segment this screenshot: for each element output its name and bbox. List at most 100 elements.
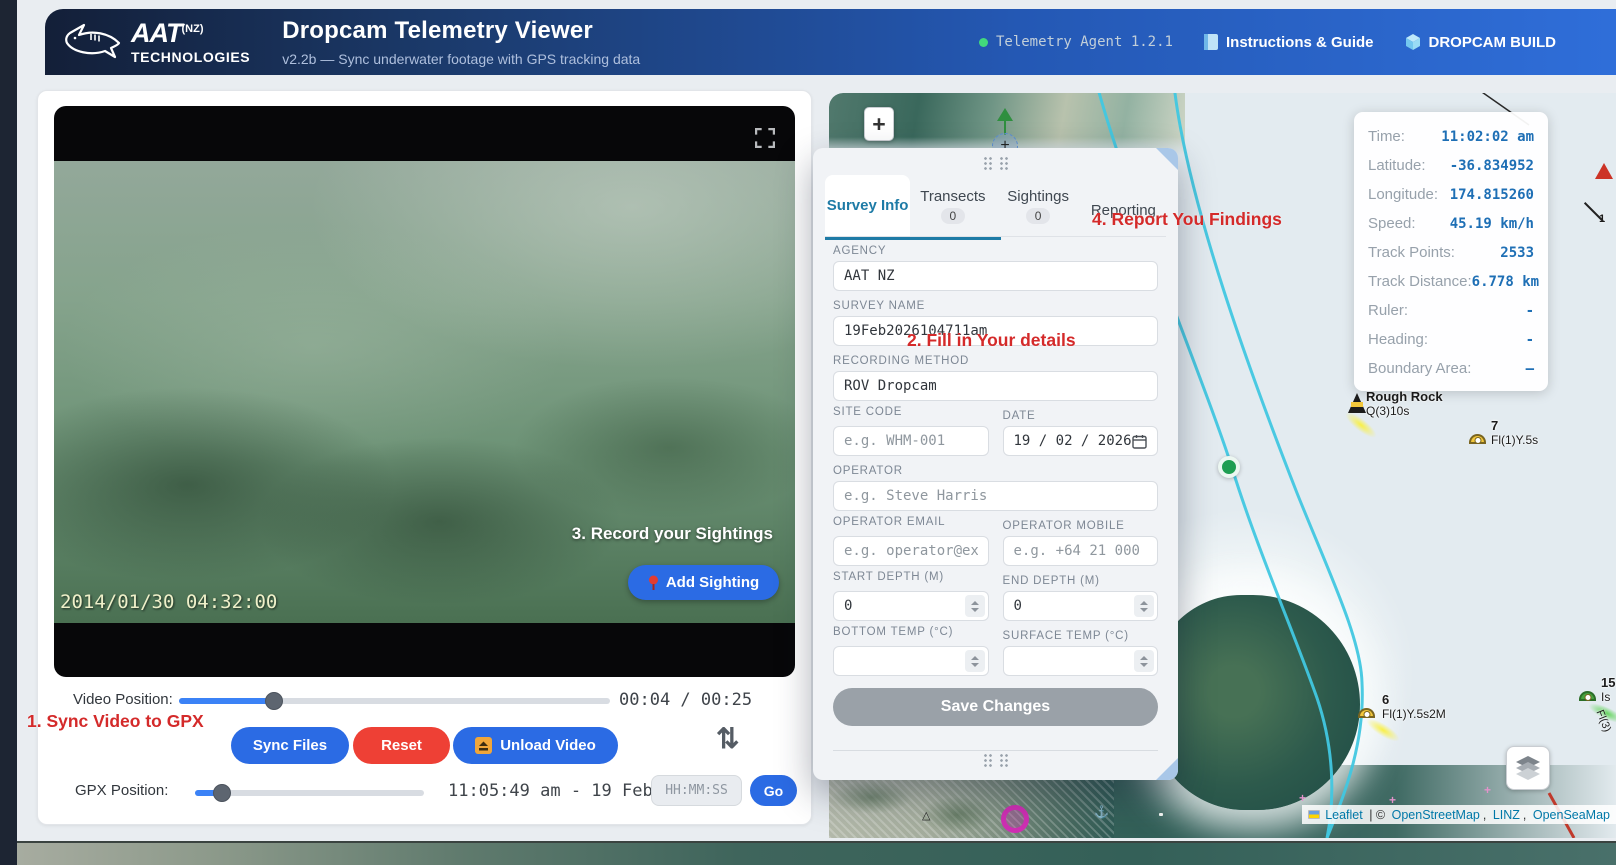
surface-temp-stepper[interactable] bbox=[1002, 646, 1158, 676]
annotation-step1: 1. Sync Video to GPX bbox=[27, 711, 204, 731]
openseamap-link[interactable]: OpenSeaMap bbox=[1533, 808, 1610, 822]
tab-transects[interactable]: Transects 0 bbox=[910, 175, 995, 236]
annotation-step4: 4. Report You Findings bbox=[1092, 209, 1282, 229]
swap-arrows-icon[interactable]: ⇅ bbox=[716, 722, 739, 755]
layers-control-button[interactable] bbox=[1506, 746, 1550, 790]
gpx-position-slider[interactable] bbox=[195, 784, 424, 802]
title-block: Dropcam Telemetry Viewer v2.2b — Sync un… bbox=[282, 17, 640, 67]
build-label: DROPCAM BUILD bbox=[1428, 33, 1557, 51]
slider-thumb[interactable] bbox=[213, 784, 232, 802]
video-time-display: 00:04 / 00:25 bbox=[619, 690, 753, 710]
track-position-marker bbox=[1218, 456, 1240, 478]
brand-text: AAT(NZ) TECHNOLOGIES bbox=[131, 18, 250, 65]
survey-form-panel: Survey Info Transects 0 Sightings 0 Repo… bbox=[813, 148, 1178, 780]
seamark-buoy-15: 15 Is bbox=[1579, 675, 1616, 727]
app-window: AAT(NZ) TECHNOLOGIES Dropcam Telemetry V… bbox=[0, 0, 1616, 865]
book-icon bbox=[1203, 34, 1218, 50]
seamark-code: Fl(1)Y.5s bbox=[1491, 433, 1539, 447]
leaflet-link[interactable]: Leaflet bbox=[1325, 808, 1363, 822]
attribution-text: , bbox=[1482, 807, 1490, 822]
seamark-buoy-7: 7 Fl(1)Y.5s bbox=[1469, 418, 1539, 447]
red-triangle-marker bbox=[1595, 163, 1613, 179]
info-label: Track Distance: bbox=[1368, 273, 1472, 290]
drag-dots-icon bbox=[982, 753, 993, 768]
sync-files-button[interactable]: Sync Files bbox=[231, 727, 349, 764]
time-jump-input[interactable] bbox=[651, 775, 742, 806]
tab-survey-info[interactable]: Survey Info bbox=[825, 175, 911, 236]
sync-files-label: Sync Files bbox=[252, 737, 328, 754]
info-label: Time: bbox=[1368, 128, 1405, 145]
form-divider bbox=[833, 750, 1158, 751]
field-label-site-code: SITE CODE bbox=[833, 406, 903, 418]
date-field[interactable]: 19 / 02 / 2026 bbox=[1002, 426, 1158, 456]
instructions-label: Instructions & Guide bbox=[1225, 33, 1374, 51]
info-label: Ruler: bbox=[1368, 302, 1409, 319]
heading-arrow-icon bbox=[997, 108, 1013, 121]
corner-fold bbox=[1156, 758, 1178, 780]
unload-video-button[interactable]: Unload Video bbox=[453, 727, 618, 764]
flag-icon bbox=[1308, 810, 1321, 819]
boat-dot bbox=[1159, 813, 1163, 816]
stepper-arrows-icon[interactable] bbox=[964, 595, 985, 617]
osm-link[interactable]: OpenStreetMap bbox=[1392, 808, 1480, 822]
tab-sightings[interactable]: Sightings 0 bbox=[996, 175, 1081, 236]
slider-thumb[interactable] bbox=[264, 692, 283, 710]
seamark-buoy-6: 6 Fl(1)Y.5s2M bbox=[1358, 692, 1446, 746]
buoy-icon bbox=[1358, 708, 1375, 718]
field-label-survey-name: SURVEY NAME bbox=[833, 300, 926, 312]
shark-logo-icon bbox=[65, 23, 121, 59]
field-label-operator: OPERATOR bbox=[833, 465, 903, 477]
zoom-in-button[interactable]: + bbox=[864, 107, 894, 141]
video-position-label: Video Position: bbox=[73, 691, 173, 708]
reset-button[interactable]: Reset bbox=[353, 727, 450, 764]
eject-icon bbox=[475, 737, 493, 754]
window-left-edge bbox=[0, 0, 17, 865]
stepper-arrows-icon[interactable] bbox=[1134, 595, 1154, 617]
agency-field[interactable] bbox=[833, 261, 1158, 291]
pin-icon bbox=[648, 575, 658, 590]
add-sighting-button[interactable]: Add Sighting bbox=[628, 565, 779, 600]
field-label-recording-method: RECORDING METHOD bbox=[833, 355, 970, 367]
drag-dots-icon bbox=[982, 156, 993, 171]
calendar-icon[interactable] bbox=[1132, 434, 1147, 449]
save-changes-button[interactable]: Save Changes bbox=[833, 688, 1158, 726]
seamark-cross-icon: + bbox=[1299, 791, 1307, 805]
start-depth-stepper[interactable] bbox=[833, 591, 989, 621]
seamark-name: Rough Rock bbox=[1366, 389, 1443, 404]
seamark-code: Q(3)10s bbox=[1366, 404, 1410, 418]
field-label-operator-email: OPERATOR EMAIL bbox=[833, 516, 946, 528]
video-position-slider[interactable] bbox=[179, 692, 610, 710]
video-player[interactable]: 2014/01/30 04:32:00 3. Record your Sight… bbox=[54, 106, 795, 677]
drag-dots-icon bbox=[998, 753, 1009, 768]
recording-method-field[interactable] bbox=[833, 371, 1158, 401]
panel-drag-handle[interactable] bbox=[982, 753, 1009, 768]
dropcam-build-link[interactable]: DROPCAM BUILD bbox=[1404, 33, 1557, 51]
operator-email-field[interactable] bbox=[833, 536, 989, 566]
seamark-name: 15 bbox=[1601, 675, 1616, 690]
harbor-marker bbox=[1001, 805, 1029, 833]
info-label: Latitude: bbox=[1368, 157, 1426, 174]
operator-field[interactable] bbox=[833, 481, 1158, 511]
stepper-arrows-icon[interactable] bbox=[1134, 650, 1154, 672]
unload-video-label: Unload Video bbox=[500, 737, 596, 754]
date-value: 19 / 02 / 2026 bbox=[1013, 433, 1132, 449]
linz-link[interactable]: LINZ bbox=[1493, 808, 1520, 822]
panel-drag-handle[interactable] bbox=[982, 156, 1009, 171]
info-value: 174.815260 bbox=[1449, 186, 1534, 203]
instructions-link[interactable]: Instructions & Guide bbox=[1203, 33, 1374, 51]
operator-mobile-field[interactable] bbox=[1002, 536, 1158, 566]
end-depth-stepper[interactable] bbox=[1002, 591, 1158, 621]
slider-fill bbox=[179, 698, 274, 704]
bottom-temp-stepper[interactable] bbox=[833, 646, 989, 676]
info-value: 11:02:02 am bbox=[1441, 128, 1534, 145]
app-header: AAT(NZ) TECHNOLOGIES Dropcam Telemetry V… bbox=[45, 9, 1616, 75]
brand-name: AAT bbox=[131, 18, 182, 48]
annotation-step3: 3. Record your Sightings bbox=[571, 524, 773, 543]
site-code-field[interactable] bbox=[833, 426, 989, 456]
stepper-arrows-icon[interactable] bbox=[964, 650, 985, 672]
seamark-code: Is bbox=[1601, 690, 1611, 704]
brand-region: (NZ) bbox=[181, 23, 204, 35]
fullscreen-icon[interactable] bbox=[755, 128, 775, 148]
go-button[interactable]: Go bbox=[750, 775, 797, 806]
telemetry-info-panel: Time: 11:02:02 am Latitude: -36.834952 Lon… bbox=[1354, 112, 1548, 391]
